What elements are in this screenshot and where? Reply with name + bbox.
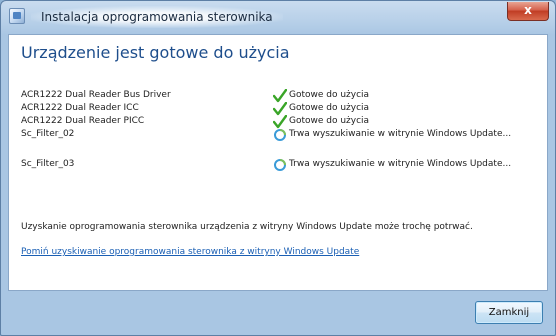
window-title: Instalacja oprogramowania sterownika xyxy=(31,6,283,28)
device-list: ACR1222 Dual Reader Bus Driver Gotowe do… xyxy=(21,89,541,188)
device-status: Trwa wyszukiwanie w witrynie Windows Upd… xyxy=(289,129,512,139)
checkmark-icon xyxy=(273,89,287,103)
close-button[interactable]: Zamknij xyxy=(475,301,543,324)
device-name: ACR1222 Dual Reader PICC xyxy=(21,116,145,126)
device-name: ACR1222 Dual Reader Bus Driver xyxy=(21,90,171,100)
searching-icon xyxy=(274,159,286,171)
skip-windows-update-link[interactable]: Pomiń uzyskiwanie oprogramowania sterown… xyxy=(21,247,359,257)
page-title: Urządzenie jest gotowe do użycia xyxy=(21,43,290,62)
window-close-button[interactable]: x xyxy=(507,2,549,21)
device-row: ACR1222 Dual Reader ICC Gotowe do użycia xyxy=(21,102,541,116)
checkmark-icon xyxy=(273,102,287,116)
driver-install-dialog: Instalacja oprogramowania sterownika x U… xyxy=(0,0,556,336)
dialog-content: Urządzenie jest gotowe do użycia ACR1222… xyxy=(8,34,548,291)
device-icon xyxy=(9,8,25,24)
device-row: ACR1222 Dual Reader Bus Driver Gotowe do… xyxy=(21,89,541,103)
update-notice: Uzyskanie oprogramowania sterownika urzą… xyxy=(21,222,473,232)
title-bar[interactable]: Instalacja oprogramowania sterownika x xyxy=(1,1,555,35)
device-name: Sc_Filter_03 xyxy=(21,159,75,169)
device-status: Gotowe do użycia xyxy=(289,90,370,100)
device-row: Sc_Filter_02 Trwa wyszukiwanie w witryni… xyxy=(21,128,541,155)
device-row: ACR1222 Dual Reader PICC Gotowe do użyci… xyxy=(21,115,541,129)
device-status: Gotowe do użycia xyxy=(289,116,370,126)
device-row: Sc_Filter_03 Trwa wyszukiwanie w witryni… xyxy=(21,158,541,185)
device-status: Gotowe do użycia xyxy=(289,103,370,113)
device-status: Trwa wyszukiwanie w witrynie Windows Upd… xyxy=(289,159,512,169)
checkmark-icon xyxy=(273,115,287,129)
device-name: Sc_Filter_02 xyxy=(21,129,75,139)
device-name: ACR1222 Dual Reader ICC xyxy=(21,103,139,113)
searching-icon xyxy=(274,129,286,141)
